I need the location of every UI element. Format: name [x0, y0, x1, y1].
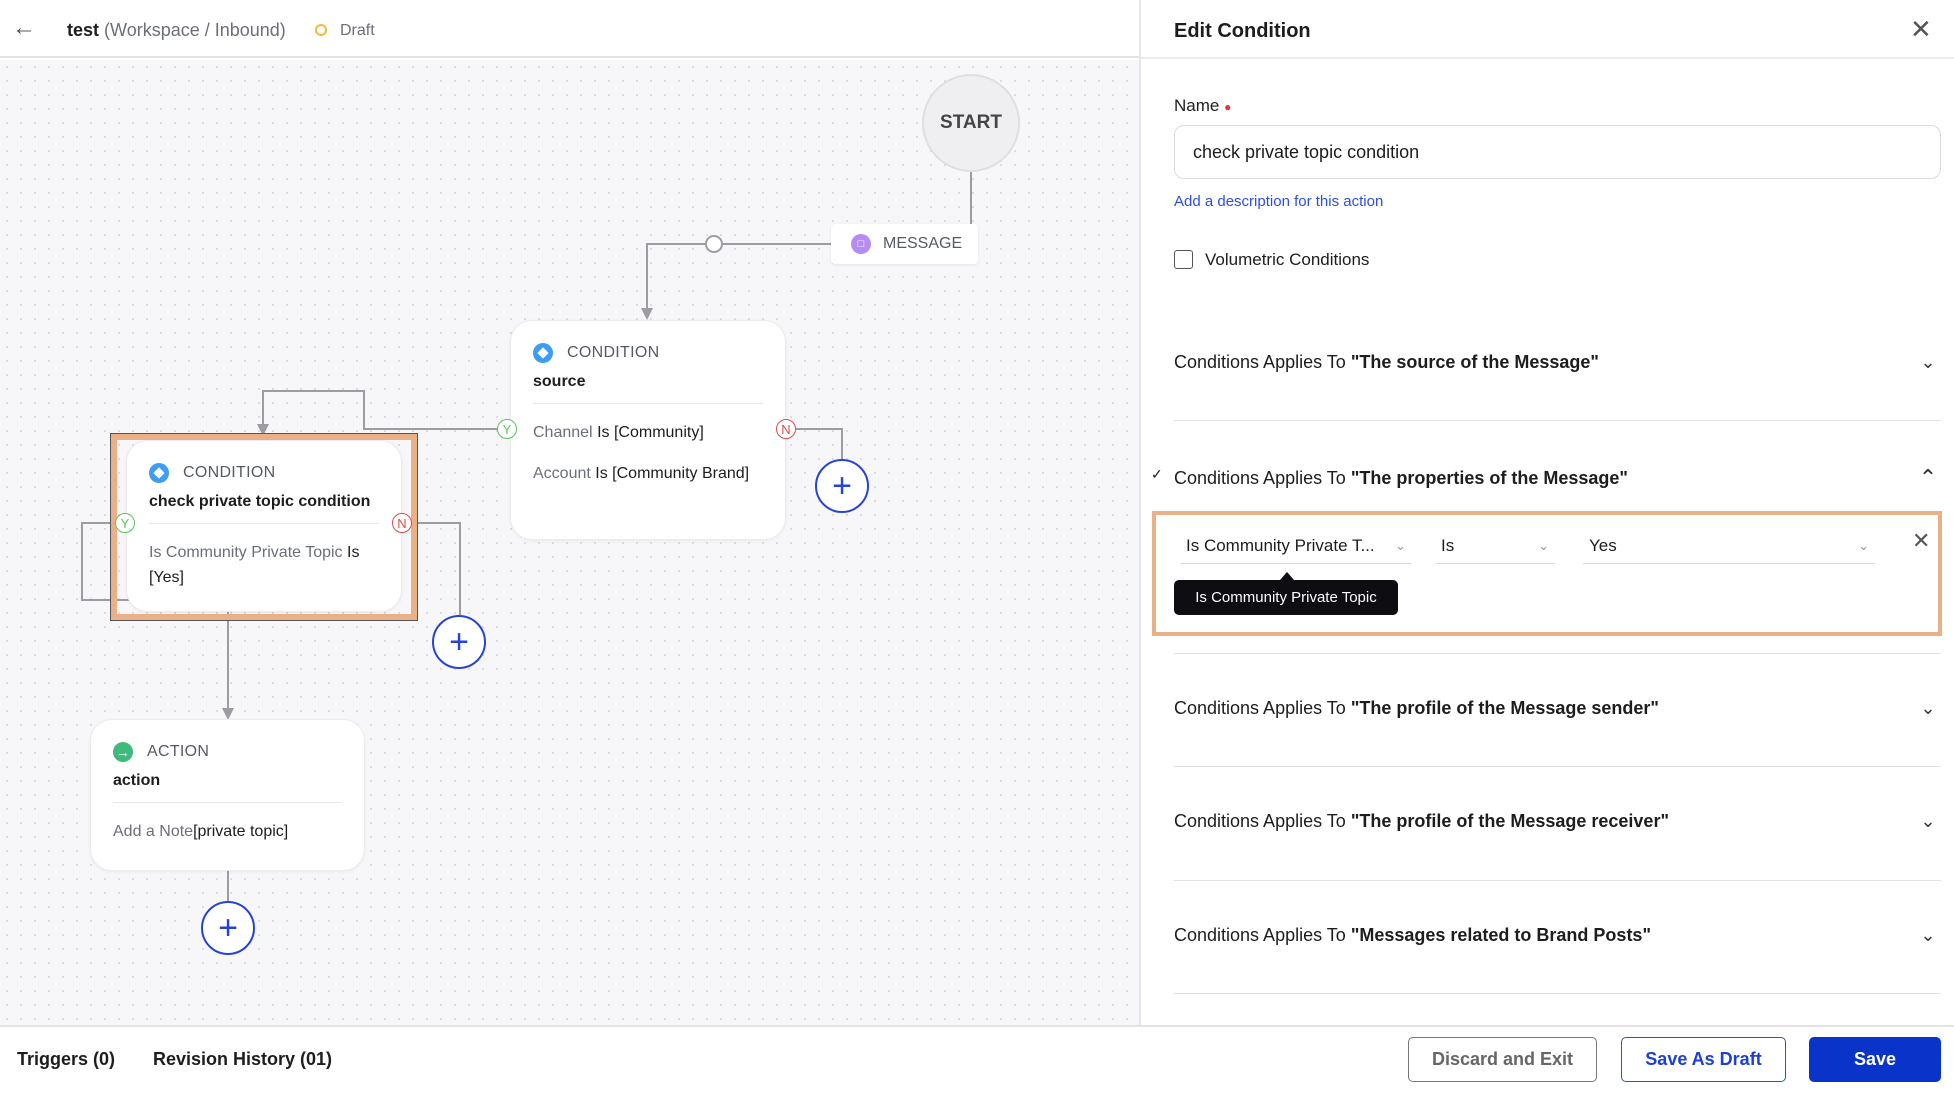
triggers-tab[interactable]: Triggers (0) [17, 1049, 115, 1070]
name-input[interactable]: check private topic condition [1174, 125, 1941, 179]
add-description-link[interactable]: Add a description for this action [1174, 193, 1383, 210]
node-type: CONDITION [567, 344, 660, 361]
rule-op: Is [595, 465, 608, 482]
name-label-text: Name [1174, 96, 1220, 115]
connector-line [262, 390, 507, 430]
connector-line [796, 428, 843, 459]
section-name: "Messages related to Brand Posts" [1350, 925, 1651, 945]
value-text: Yes [1589, 535, 1617, 555]
save-as-draft-button[interactable]: Save As Draft [1621, 1037, 1786, 1082]
divider [1174, 766, 1941, 767]
node-type: ACTION [147, 743, 210, 760]
value-dropdown[interactable]: Yes ⌄ [1583, 528, 1875, 564]
chevron-up-icon[interactable]: ⌃ [1915, 465, 1941, 491]
chevron-down-icon[interactable]: ⌄ [1915, 352, 1941, 373]
panel-title: Edit Condition [1174, 20, 1311, 42]
operator-value: Is [1441, 535, 1455, 555]
junction-node [705, 235, 723, 253]
section-name: "The profile of the Message receiver" [1350, 811, 1669, 831]
divider [1174, 420, 1941, 421]
node-name: action [113, 772, 342, 803]
divider [1174, 653, 1941, 654]
section-title: Conditions Applies To "The profile of th… [1174, 698, 1659, 719]
section-prefix: Conditions Applies To [1174, 698, 1346, 718]
action-node[interactable]: → ACTION action Add a Note[private topic] [90, 719, 365, 871]
rule-value: [private topic] [193, 823, 289, 840]
name-label: Name ● [1174, 96, 1231, 116]
rule-value: [Community Brand] [612, 465, 750, 482]
section-title: Conditions Applies To "The source of the… [1174, 352, 1599, 373]
no-branch-handle[interactable]: N [776, 419, 796, 439]
message-label: MESSAGE [883, 235, 963, 252]
node-name: source [533, 373, 763, 404]
section-prefix: Conditions Applies To [1174, 811, 1346, 831]
volumetric-checkbox[interactable] [1174, 250, 1193, 269]
operator-dropdown[interactable]: Is ⌄ [1435, 528, 1555, 564]
remove-condition-icon[interactable]: ✕ [1912, 528, 1930, 554]
connector-line [646, 243, 831, 312]
rule-field: Is Community Private Topic [149, 544, 343, 561]
arrow-right-icon: → [113, 742, 133, 762]
arrow-head [641, 308, 653, 320]
field-dropdown[interactable]: Is Community Private T... ⌄ [1180, 528, 1412, 564]
close-icon[interactable]: ✕ [1910, 14, 1932, 45]
section-receiver[interactable]: Conditions Applies To "The profile of th… [1174, 811, 1941, 832]
chevron-down-icon[interactable]: ⌄ [1915, 811, 1941, 832]
condition-icon [149, 463, 169, 483]
message-icon: □ [851, 234, 871, 254]
tooltip: Is Community Private Topic [1174, 580, 1398, 615]
rule-op: Is [597, 424, 610, 441]
divider [1174, 880, 1941, 881]
condition-node-source[interactable]: CONDITION source Channel Is [Community] … [510, 320, 786, 540]
chevron-down-icon[interactable]: ⌄ [1915, 925, 1941, 946]
no-branch-handle[interactable]: N [392, 513, 412, 533]
section-source[interactable]: Conditions Applies To "The source of the… [1174, 352, 1941, 373]
node-type: CONDITION [183, 464, 276, 481]
section-brand-posts[interactable]: Conditions Applies To "Messages related … [1174, 925, 1941, 946]
add-step-button[interactable]: + [201, 901, 255, 955]
section-properties[interactable]: Conditions Applies To "The properties of… [1174, 465, 1941, 491]
panel-divider [1139, 0, 1141, 1025]
condition-icon [533, 343, 553, 363]
tooltip-arrow [1280, 572, 1294, 580]
yes-branch-handle[interactable]: Y [115, 513, 135, 533]
chevron-down-icon: ⌄ [1858, 537, 1869, 553]
field-value: Is Community Private T... [1186, 535, 1375, 555]
section-prefix: Conditions Applies To [1174, 925, 1346, 945]
section-title: Conditions Applies To "Messages related … [1174, 925, 1651, 946]
rule-field: Add a Note [113, 823, 194, 840]
discard-and-exit-button[interactable]: Discard and Exit [1408, 1037, 1597, 1082]
rule-value: [Community] [613, 424, 704, 441]
section-sender[interactable]: Conditions Applies To "The profile of th… [1174, 698, 1941, 719]
volumetric-label: Volumetric Conditions [1205, 250, 1370, 269]
condition-node-private-topic[interactable]: CONDITION check private topic condition … [126, 440, 402, 612]
chevron-down-icon[interactable]: ⌄ [1915, 698, 1941, 719]
add-step-button[interactable]: + [815, 459, 869, 513]
rule-op: Is [347, 544, 360, 561]
rule-value: [Yes] [149, 569, 184, 586]
revision-history-tab[interactable]: Revision History (01) [153, 1049, 332, 1070]
required-indicator: ● [1224, 100, 1232, 114]
section-prefix: Conditions Applies To [1174, 467, 1346, 488]
section-name: "The source of the Message" [1350, 352, 1599, 372]
node-name: check private topic condition [149, 493, 379, 524]
yes-branch-handle[interactable]: Y [497, 419, 517, 439]
divider [1174, 993, 1941, 994]
section-prefix: Conditions Applies To [1174, 352, 1346, 372]
save-button[interactable]: Save [1809, 1037, 1941, 1082]
chevron-down-icon: ⌄ [1395, 537, 1406, 553]
section-name: "The profile of the Message sender" [1350, 698, 1659, 718]
connector-line [412, 522, 461, 615]
section-name: "The properties of the Message" [1350, 467, 1628, 488]
add-step-button[interactable]: + [432, 615, 486, 669]
section-title: Conditions Applies To "The profile of th… [1174, 811, 1669, 832]
section-title: Conditions Applies To "The properties of… [1174, 468, 1628, 489]
start-node[interactable]: START [922, 74, 1020, 172]
chevron-down-icon: ⌄ [1538, 537, 1549, 553]
check-icon: ✓ [1151, 466, 1163, 482]
rule-field: Channel [533, 424, 593, 441]
message-trigger-node[interactable]: □ MESSAGE [831, 224, 978, 264]
rule-field: Account [533, 465, 591, 482]
